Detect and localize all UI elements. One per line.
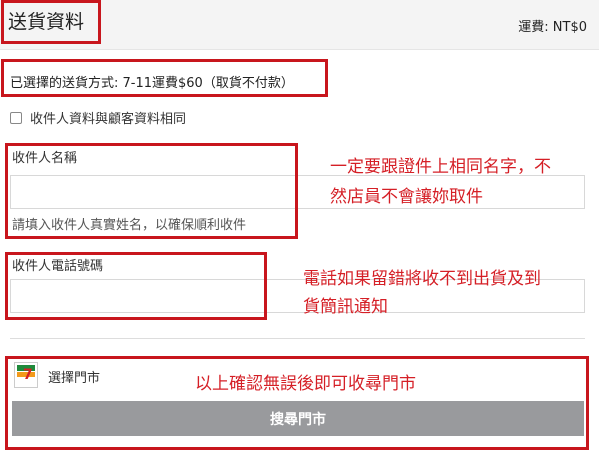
annotation-phone-note-2: 貨簡訊通知	[303, 297, 388, 317]
same-as-customer-checkbox[interactable]	[10, 111, 22, 124]
divider	[10, 338, 585, 339]
shipping-fee: 運費: NT$0	[518, 20, 587, 35]
annotation-phone-note-1: 電話如果留錯將收不到出貨及到	[303, 269, 541, 289]
same-as-customer-label: 收件人資料與顧客資料相同	[30, 112, 187, 127]
same-as-customer-row[interactable]: 收件人資料與顧客資料相同	[10, 108, 186, 127]
annotation-name-note-2: 然店員不會讓妳取件	[330, 187, 483, 207]
annotation-box-phone	[5, 252, 267, 320]
annotation-box-method	[1, 59, 328, 97]
annotation-box-name	[5, 143, 298, 239]
annotation-store-note: 以上確認無誤後即可收尋門市	[195, 374, 416, 394]
annotation-box-title	[1, 0, 101, 44]
annotation-name-note-1: 一定要跟證件上相同名字，不	[330, 157, 551, 177]
